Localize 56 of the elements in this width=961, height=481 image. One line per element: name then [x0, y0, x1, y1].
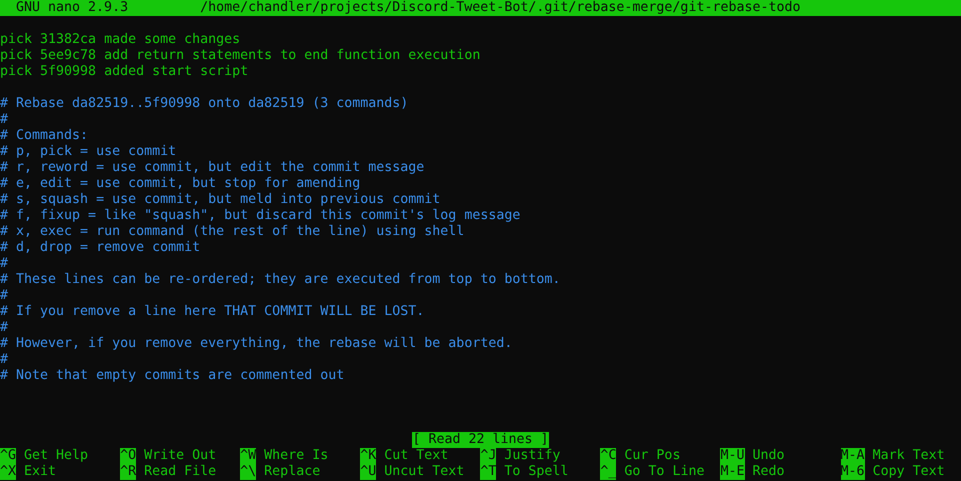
app-name: GNU nano 2.9.3	[15, 0, 130, 16]
shortcut-label: Go To Line	[624, 464, 704, 480]
shortcut-key: M-E	[720, 464, 744, 480]
shortcut-label: Copy Text	[872, 464, 945, 480]
comment-line: # Commands:	[0, 128, 88, 144]
shortcut-label: Read File	[144, 464, 216, 480]
shortcut-key: ^R	[120, 464, 136, 480]
comment-line: #	[0, 288, 8, 304]
shortcut-label: Where Is	[264, 448, 328, 464]
comment-line: # e, edit = use commit, but stop for amending	[0, 176, 360, 192]
comment-line: # p, pick = use commit	[0, 144, 176, 160]
shortcut-key: M-6	[840, 464, 865, 480]
comment-line: # If you remove a line here THAT COMMIT WILL BE LOST.	[0, 304, 424, 320]
file-path: /home/chandler/projects/Discord-Tweet-Bot/.git/rebase-merge/git-rebase-todo	[200, 0, 801, 16]
comment-line: #	[0, 352, 8, 368]
comment-line: # d, drop = remove commit	[0, 240, 200, 256]
shortcut-key: ^O	[120, 448, 136, 464]
comment-line: # f, fixup = like "squash", but discard this commit's log message	[0, 208, 520, 224]
shortcut-label: Replace	[264, 464, 320, 480]
comment-line: # Note that empty commits are commented out	[0, 368, 344, 384]
comment-line: # r, reword = use commit, but edit the commit message	[0, 160, 424, 176]
shortcut-key: ^_	[600, 464, 616, 480]
pick-line: pick 5ee9c78 add return statements to end function execution	[0, 48, 480, 64]
shortcut-key: ^W	[240, 448, 256, 464]
shortcut-label: To Spell	[504, 464, 568, 480]
shortcut-label: Cut Text	[384, 448, 448, 464]
shortcut-label: Get Help	[24, 448, 88, 464]
shortcut-label: Justify	[504, 448, 560, 464]
comment-line: # These lines can be re-ordered; they are executed from top to bottom.	[0, 272, 560, 288]
comment-line: # x, exec = run command (the rest of the line) using shell	[0, 224, 464, 240]
shortcut-key: ^J	[480, 448, 496, 464]
shortcut-label: Undo	[752, 448, 785, 464]
shortcut-label: Cur Pos	[624, 448, 680, 464]
shortcut-key: M-U	[720, 448, 744, 464]
shortcut-key: ^X	[0, 464, 16, 480]
shortcut-label: Uncut Text	[384, 464, 464, 480]
comment-line: # s, squash = use commit, but meld into previous commit	[0, 192, 440, 208]
pick-line: pick 31382ca made some changes	[0, 32, 240, 48]
comment-line: #	[0, 256, 8, 272]
shortcut-label: Exit	[24, 464, 56, 480]
shortcut-label: Mark Text	[872, 448, 945, 464]
shortcut-key: ^C	[600, 448, 616, 464]
pick-line: pick 5f90998 added start script	[0, 64, 248, 80]
shortcut-key: ^\	[240, 464, 256, 480]
shortcut-label: Write Out	[144, 448, 216, 464]
shortcut-key: ^T	[480, 464, 496, 480]
shortcut-key: ^U	[360, 464, 376, 480]
status-message: [ Read 22 lines ]	[412, 432, 549, 448]
comment-line: # Rebase da82519..5f90998 onto da82519 (3 commands)	[0, 96, 408, 112]
comment-line: #	[0, 320, 8, 336]
shortcut-label: Redo	[752, 464, 785, 480]
comment-line: # However, if you remove everything, the rebase will be aborted.	[0, 336, 512, 352]
shortcut-key: M-A	[840, 448, 865, 464]
shortcut-key: ^G	[0, 448, 16, 464]
comment-line: #	[0, 112, 8, 128]
shortcut-key: ^K	[360, 448, 376, 464]
